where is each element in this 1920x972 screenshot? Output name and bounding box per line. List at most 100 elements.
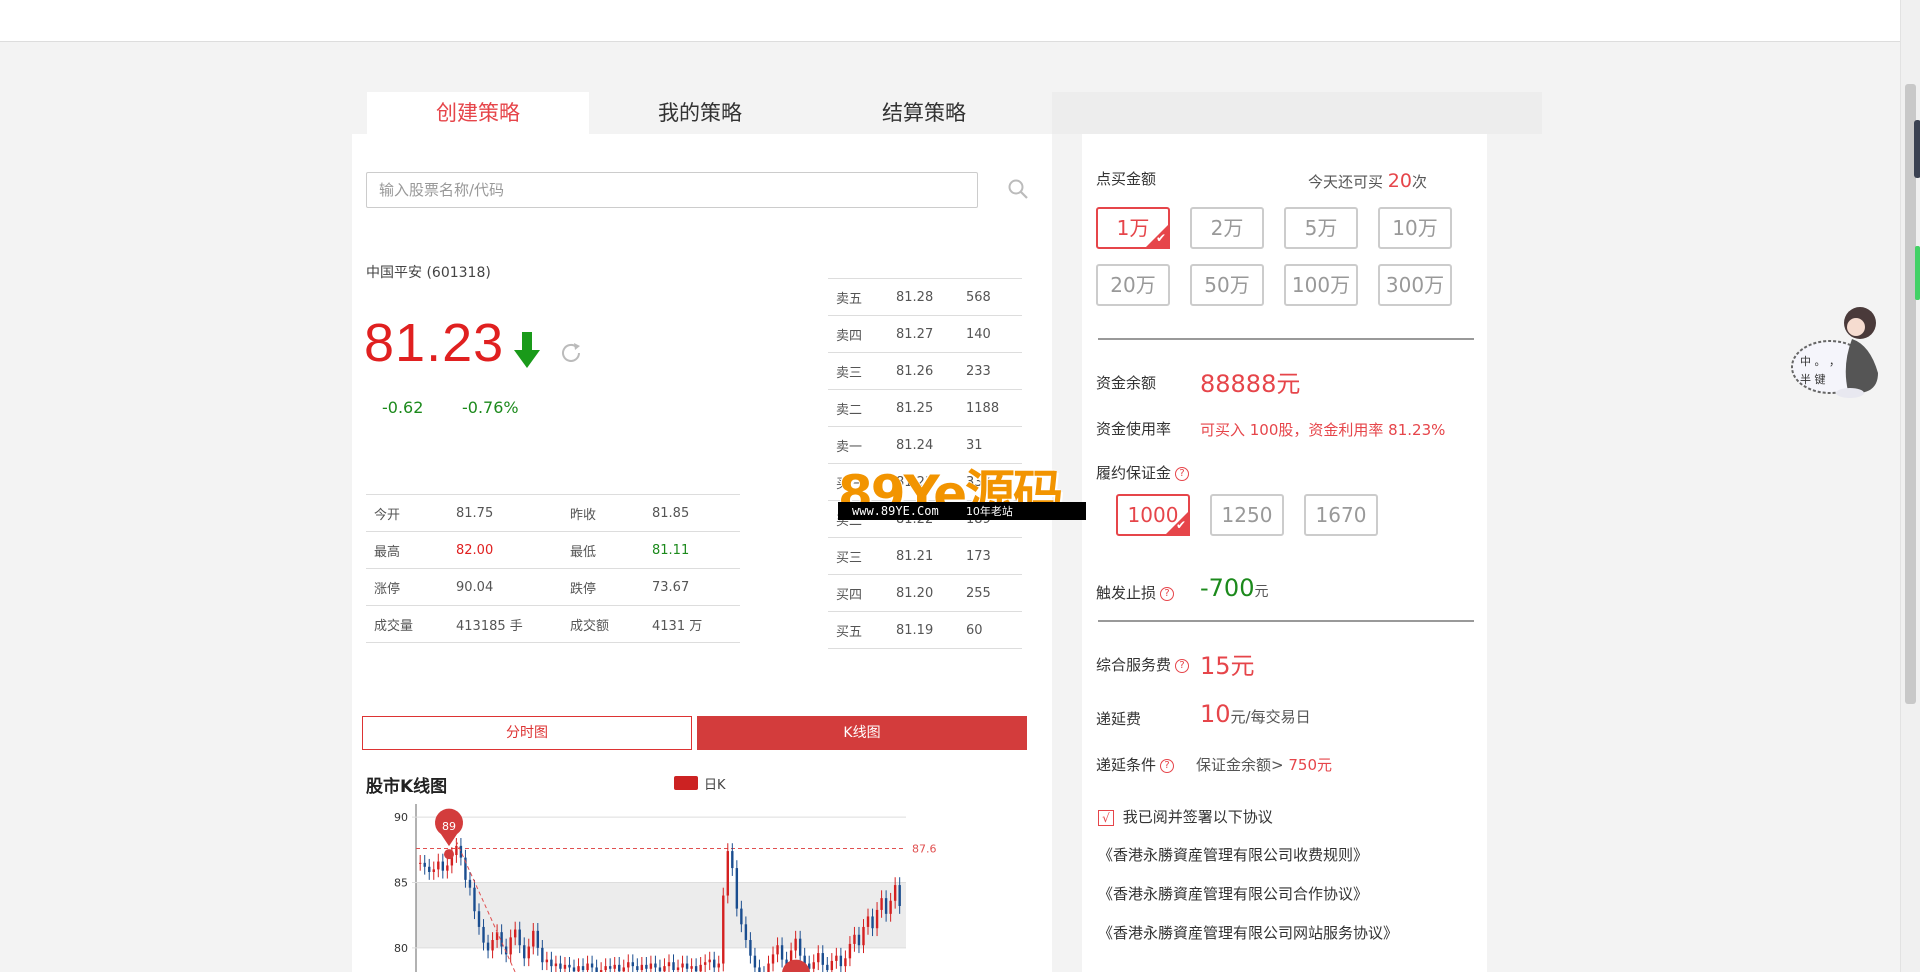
stoploss-value: -700 [1200, 574, 1255, 602]
margin-label-row: 履约保证金? [1096, 462, 1190, 483]
tab-bar-shade [1052, 92, 1542, 134]
candle-body [645, 964, 648, 969]
top-bar [0, 0, 1900, 42]
book-volume: 173 [958, 537, 1022, 575]
y-tick-label: 90 [394, 811, 408, 824]
candle-body [703, 962, 707, 965]
candle-body [776, 945, 779, 955]
kline-chart-button[interactable]: K线图 [697, 716, 1027, 750]
agree-checkbox[interactable]: √ [1098, 810, 1114, 826]
candle-body [581, 966, 585, 971]
order-book-row: 买五 81.19 60 [828, 611, 1022, 649]
candle-body [608, 966, 612, 969]
cond-value-row: 保证金余额> 750元 [1196, 754, 1332, 775]
legend-swatch[interactable] [674, 776, 698, 790]
cond-label-row: 递延条件? [1096, 754, 1175, 775]
quote-value: 413185 手 [448, 605, 562, 643]
amount-option[interactable]: 2万 [1190, 207, 1264, 249]
help-icon[interactable]: ? [1160, 758, 1175, 773]
candle-body [446, 865, 449, 871]
amount-option[interactable]: 50万 [1190, 264, 1264, 306]
agreement-link-fees[interactable]: 《香港永勝資産管理有限公司收费规则》 [1098, 844, 1368, 865]
scrollbar[interactable] [1900, 0, 1920, 972]
price-change: -0.62 [382, 398, 424, 417]
book-side: 卖三 [828, 352, 888, 390]
candle-body [771, 954, 775, 964]
amount-option-label: 2万 [1210, 216, 1244, 240]
margin-option[interactable]: 1670 [1304, 494, 1378, 536]
stock-panel: 中国平安 (601318) 81.23 -0.62 -0.76% 今开81.75… [352, 134, 1052, 972]
amount-option-label: 300万 [1385, 273, 1445, 297]
agreement-link-service[interactable]: 《香港永勝資産管理有限公司网站服务协议》 [1098, 922, 1398, 943]
check-icon: ✔ [1155, 231, 1166, 245]
amount-option-label: 10万 [1392, 216, 1438, 240]
quote-value: 81.75 [448, 494, 562, 532]
candle-body [794, 938, 797, 951]
candle-body [844, 958, 847, 967]
candle-body [541, 947, 544, 963]
agreement-link-cooperation[interactable]: 《香港永勝資産管理有限公司合作协议》 [1098, 883, 1368, 904]
candle-body [713, 959, 716, 968]
refresh-icon[interactable] [558, 340, 584, 366]
ime-mascot[interactable]: 中 。 ， 半 键 [1790, 295, 1890, 405]
quote-value: 4131 万 [644, 605, 740, 643]
candle-body [649, 963, 653, 969]
book-price: 81.19 [888, 611, 958, 649]
book-volume: 1188 [958, 389, 1022, 427]
candle-body [862, 926, 865, 946]
tab-my-strategy[interactable]: 我的策略 [589, 92, 811, 134]
candle-body [708, 959, 711, 963]
tab-create-strategy[interactable]: 创建策略 [367, 92, 589, 134]
candle-body [563, 964, 567, 969]
quote-label: 成交量 [366, 605, 448, 643]
candle-body [622, 967, 625, 972]
amount-option[interactable]: 100万 [1284, 264, 1358, 306]
candle-body [518, 929, 521, 946]
stoploss-label-row: 触发止损? [1096, 582, 1175, 603]
watermark-url: www.89YE.Com [852, 504, 939, 518]
tab-settle-strategy[interactable]: 结算策略 [813, 92, 1035, 134]
candle-body [722, 895, 725, 964]
amount-option[interactable]: 1万 ✔ [1096, 207, 1170, 249]
book-side: 买三 [828, 537, 888, 575]
candle-body [536, 930, 540, 948]
amount-option[interactable]: 300万 [1378, 264, 1452, 306]
scroll-marker-green [1915, 246, 1920, 300]
book-price: 81.20 [888, 574, 958, 612]
today-prefix: 今天还可买 [1308, 173, 1384, 191]
amount-option[interactable]: 10万 [1378, 207, 1452, 249]
amount-option[interactable]: 20万 [1096, 264, 1170, 306]
candle-body [880, 898, 883, 910]
quote-row: 成交量 413185 手成交额 4131 万 [366, 605, 740, 643]
candle-body [830, 960, 834, 971]
candle-body [821, 953, 824, 965]
search-icon[interactable] [1007, 178, 1029, 200]
usage-label: 资金使用率 [1096, 420, 1172, 438]
watermark-tag: 10年老站 [965, 505, 1013, 518]
margin-option[interactable]: 1000 ✔ [1116, 494, 1190, 536]
help-icon[interactable]: ? [1175, 658, 1190, 673]
book-volume: 60 [958, 611, 1022, 649]
intraday-chart-button[interactable]: 分时图 [362, 716, 692, 750]
buy-amount-label: 点买金额 [1096, 170, 1157, 188]
balance-value: 88888元 [1200, 370, 1301, 398]
candle-body [866, 916, 870, 927]
help-icon[interactable]: ? [1160, 586, 1175, 601]
candle-body [477, 911, 481, 927]
price-band [416, 882, 906, 948]
candle-body [586, 963, 589, 971]
candle-body [839, 955, 843, 967]
quote-row: 最高 82.00 最低 81.11 [366, 531, 740, 569]
book-side: 卖二 [828, 389, 888, 427]
amount-option[interactable]: 5万 [1284, 207, 1358, 249]
help-icon[interactable]: ? [1175, 466, 1190, 481]
candle-body [473, 887, 476, 912]
quote-value: 73.67 [644, 568, 740, 606]
today-suffix: 次 [1411, 173, 1427, 191]
amount-option-label: 100万 [1291, 273, 1351, 297]
quote-row: 今开 81.75 昨收 81.85 [366, 494, 740, 532]
margin-option[interactable]: 1250 [1210, 494, 1284, 536]
today-remaining: 今天还可买 20次 [1308, 170, 1427, 192]
candle-body [898, 885, 901, 906]
stock-search-input[interactable] [366, 172, 978, 208]
